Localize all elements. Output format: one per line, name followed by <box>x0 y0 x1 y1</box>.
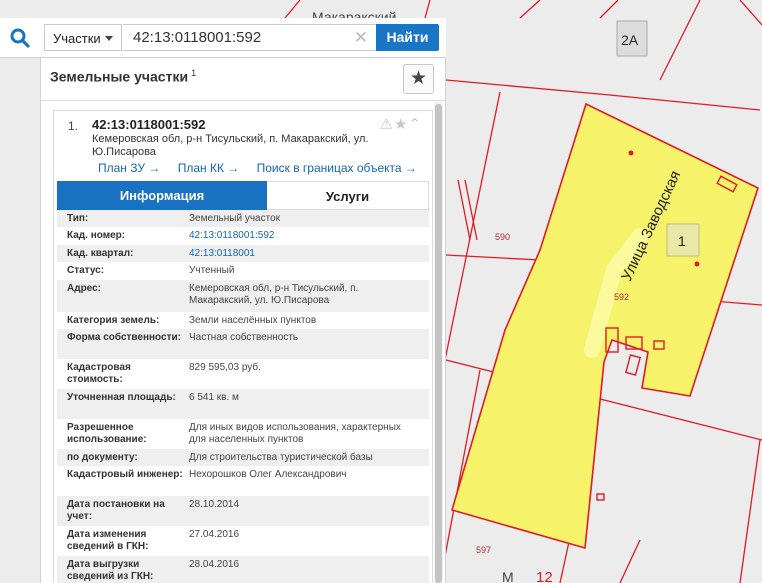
info-value: 27.04.2016 <box>189 529 240 540</box>
info-row: Адрес: Кемеровская обл, р-н Тисульский, … <box>57 280 429 312</box>
result-links: План ЗУ → План КК → Поиск в границах объ… <box>98 161 431 175</box>
info-key: Кад. номер: <box>67 230 126 241</box>
info-row: Дата постановки на учет: 28.10.2014 <box>57 496 429 526</box>
info-key: по документу: <box>67 452 138 463</box>
info-key: Разрешенное использование: <box>67 422 147 445</box>
clear-icon[interactable]: ✕ <box>354 28 368 48</box>
info-value: 28.10.2014 <box>189 499 240 510</box>
info-row: Кадастровый инженер: Нехорошков Олег Але… <box>57 466 429 496</box>
search-query-text: 42:13:0118001:592 <box>133 29 262 46</box>
info-value-link[interactable]: 42:13:0118001:592 <box>189 230 419 242</box>
info-key: Дата постановки на учет: <box>67 499 165 522</box>
info-key: Статус: <box>67 265 105 276</box>
result-tools-icons[interactable]: ⚠★⌃ <box>380 115 422 133</box>
search-type-value: Участки <box>53 31 101 46</box>
info-value: Нехорошков Олег Александрович <box>189 469 347 480</box>
info-key: Форма собственности: <box>67 332 181 343</box>
parcel-592-label: 592 <box>614 292 629 302</box>
parcel-597-label: 597 <box>476 545 491 555</box>
info-value: Для строительства туристической базы <box>189 452 373 463</box>
info-key: Кадастровая стоимость: <box>67 362 131 385</box>
chevron-down-icon <box>105 36 113 41</box>
info-value: 6 541 кв. м <box>189 392 239 403</box>
search-input[interactable]: 42:13:0118001:592 ✕ <box>123 24 377 51</box>
scrollbar-thumb[interactable] <box>435 104 442 583</box>
info-key: Кадастровый инженер: <box>67 469 183 480</box>
search-type-dropdown[interactable]: Участки <box>44 24 122 51</box>
info-value: 829 595,03 руб. <box>189 362 261 373</box>
info-table: Тип: Земельный участок Кад. номер: 42:13… <box>57 210 429 583</box>
result-count: 1 <box>191 68 197 78</box>
info-row: Кадастровая стоимость: 829 595,03 руб. <box>57 359 429 389</box>
result-cad-number[interactable]: 42:13:0118001:592 <box>92 117 206 132</box>
info-value: Учтенный <box>189 265 235 276</box>
info-key: Уточненная площадь: <box>67 392 176 403</box>
info-row: Кад. номер: 42:13:0118001:592 <box>57 227 429 245</box>
info-key: Кад. квартал: <box>67 248 134 259</box>
info-key: Категория земель: <box>67 315 160 326</box>
info-row: Разрешенное использование: Для иных видо… <box>57 419 429 449</box>
result-address: Кемеровская обл, р-н Тисульский, п. Мака… <box>92 133 369 158</box>
info-row: по документу: Для строительства туристич… <box>57 449 429 466</box>
info-value: Кемеровская обл, р-н Тисульский, п. Мака… <box>189 283 359 306</box>
panel-scrollbar[interactable] <box>434 102 443 583</box>
tab-information[interactable]: Информация <box>57 181 267 210</box>
result-index: 1. <box>68 119 79 133</box>
building-2a-label: 2А <box>621 32 639 48</box>
info-row: Статус: Учтенный <box>57 262 429 280</box>
info-key: Тип: <box>67 213 89 224</box>
parcel-590-label: 590 <box>495 232 510 242</box>
info-row: Категория земель: Земли населённых пункт… <box>57 312 429 329</box>
info-value: 28.04.2016 <box>189 559 240 570</box>
info-value: Земельный участок <box>189 213 281 224</box>
info-value: Для иных видов использования, характерны… <box>189 422 401 445</box>
search-button[interactable]: Найти <box>376 24 439 51</box>
info-value: Земли населённых пунктов <box>189 315 317 326</box>
info-row: Дата изменения сведений в ГКН: 27.04.201… <box>57 526 429 556</box>
info-row: Форма собственности: Частная собственнос… <box>57 329 429 359</box>
link-plan-kk[interactable]: План КК → <box>178 161 240 175</box>
info-row: Тип: Земельный участок <box>57 210 429 227</box>
link-plan-zu[interactable]: План ЗУ → <box>98 161 160 175</box>
tab-services[interactable]: Услуги <box>267 181 429 210</box>
map-bottom-number: 12 <box>536 569 553 583</box>
info-key: Дата изменения сведений в ГКН: <box>67 529 149 552</box>
panel-title-text: Земельные участки <box>50 68 189 85</box>
info-value: Частная собственность <box>189 332 299 343</box>
favorite-button[interactable]: ★ <box>403 64 434 94</box>
info-key: Адрес: <box>67 283 101 294</box>
info-row: Кад. квартал: 42:13:0118001 <box>57 245 429 262</box>
info-row: Уточненная площадь: 6 541 кв. м <box>57 389 429 419</box>
results-panel: Земельные участки 1 ★ 1. 42:13:0118001:59… <box>40 58 446 583</box>
info-row: Дата выгрузки сведений из ГКН: 28.04.201… <box>57 556 429 583</box>
link-search-in-bounds[interactable]: Поиск в границах объекта → <box>257 161 417 175</box>
info-key: Дата выгрузки сведений из ГКН: <box>67 559 154 582</box>
search-icon[interactable] <box>9 27 31 49</box>
building-1-label: 1 <box>678 233 686 249</box>
result-card[interactable]: 1. 42:13:0118001:592 Кемеровская обл, р-… <box>53 110 433 583</box>
info-value-link[interactable]: 42:13:0118001 <box>189 248 419 260</box>
result-tabs: Информация Услуги <box>57 181 429 210</box>
divider <box>41 100 445 101</box>
search-bar: Участки 42:13:0118001:592 ✕ Найти <box>0 18 446 58</box>
map-bottom-label: М <box>502 569 514 583</box>
star-icon: ★ <box>409 68 428 89</box>
panel-title: Земельные участки 1 <box>50 68 196 85</box>
